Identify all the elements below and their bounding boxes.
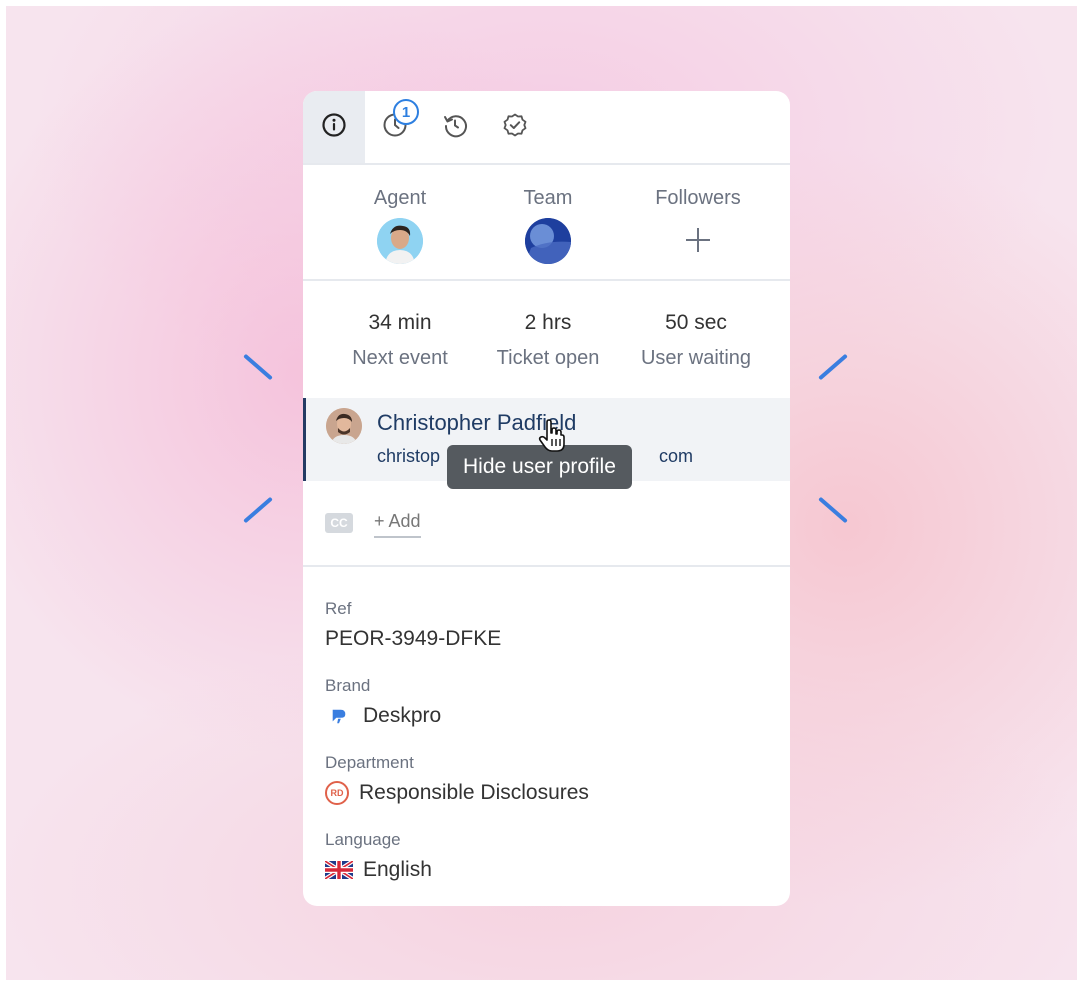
hand-pointer-cursor-icon [538,419,566,453]
ref-value-text: PEOR-3949-DFKE [325,627,502,650]
timers-section: 34 min Next event 2 hrs Ticket open 50 s… [303,281,790,397]
team-field[interactable]: Team [473,187,623,264]
history-icon [442,112,468,143]
timer-value: 2 hrs [524,311,572,334]
ref-value[interactable]: PEOR-3949-DFKE [325,627,501,651]
user-email[interactable]: christop [377,446,440,467]
timer-value: 34 min [368,311,432,334]
language-label: Language [325,830,401,849]
timer-caption: User waiting [640,347,752,369]
timer-user-waiting: 50 sec User waiting [621,311,771,370]
user-email-end[interactable]: com [659,446,693,467]
tab-info[interactable] [303,91,365,163]
agent-label: Agent [373,187,427,209]
timer-caption: Ticket open [496,347,600,369]
add-cc-button[interactable]: + Add [374,511,421,538]
followers-field[interactable]: Followers [623,187,773,252]
brand-field: Brand Deskpro [325,676,441,728]
department-value-text: Responsible Disclosures [359,781,589,804]
ref-label: Ref [325,599,352,618]
ticket-sidebar-panel: Agent Team Followers 34 min Next event 2… [303,91,790,906]
department-field: Department RD Responsible Disclosures [325,753,589,805]
team-avatar[interactable] [525,218,571,264]
language-value-text: English [363,858,432,881]
assignment-section: Agent Team Followers [303,165,790,281]
team-label: Team [523,187,573,209]
department-value[interactable]: RD Responsible Disclosures [325,781,589,805]
agent-avatar[interactable] [377,218,423,264]
language-value[interactable]: English [325,858,432,882]
followers-label: Followers [655,187,741,209]
user-avatar[interactable] [326,408,362,444]
timer-value: 50 sec [665,311,727,334]
tab-sla[interactable] [365,91,425,163]
brand-label: Brand [325,676,371,695]
department-label: Department [325,753,414,772]
timer-caption: Next event [352,347,448,369]
agent-field[interactable]: Agent [325,187,475,264]
brand-value[interactable]: Deskpro [325,704,441,728]
cc-section: CC + Add [303,483,790,567]
ref-field: Ref PEOR-3949-DFKE [325,599,501,651]
timer-next-event: 34 min Next event [325,311,475,370]
info-icon [321,112,347,143]
sla-count-badge: 1 [393,99,419,125]
uk-flag-icon [325,859,353,881]
cc-icon: CC [325,513,353,533]
tab-bar [303,91,790,165]
check-circle-icon [502,112,528,143]
add-follower-plus-icon[interactable] [686,228,710,252]
deskpro-logo-icon [325,705,353,727]
tab-history[interactable] [425,91,485,163]
tab-tasks[interactable] [485,91,545,163]
department-badge-icon: RD [325,781,349,805]
brand-value-text: Deskpro [363,704,442,727]
timer-ticket-open: 2 hrs Ticket open [473,311,623,370]
language-field: Language English [325,830,432,882]
